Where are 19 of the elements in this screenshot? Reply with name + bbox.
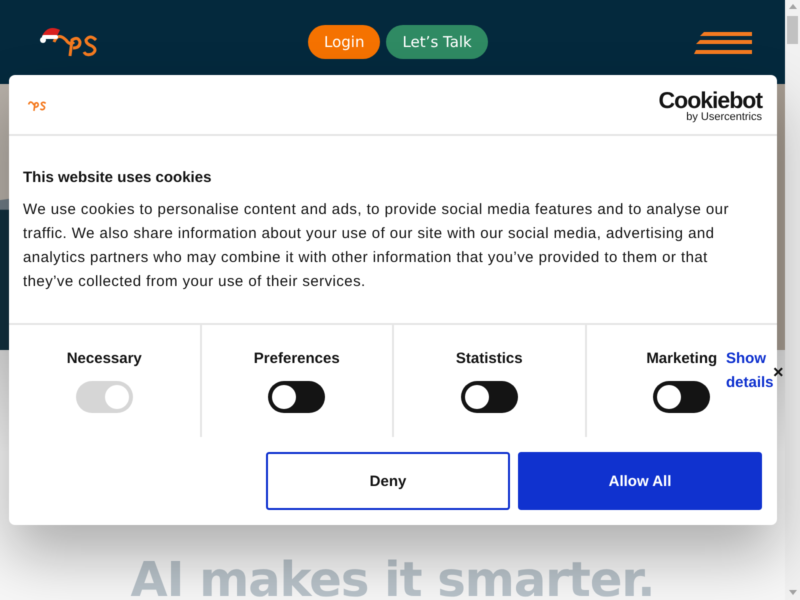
toggle-switch[interactable] [653,381,710,413]
show-details-link[interactable]: Show details [726,347,774,395]
menu-icon[interactable] [694,30,754,56]
category-label: Preferences [254,350,340,367]
dialog-title: This website uses cookies [23,169,212,186]
brand-logo: Cookiebot [658,88,762,110]
headline: AI makes it smarter. [130,553,654,600]
category-label: Necessary [66,350,142,367]
toggle-switch[interactable] [460,381,518,413]
deny-button[interactable]: Deny [266,452,510,510]
dialog-text: We use cookies to personalise content and ads, to provide social media features and to analyse our traffic. We also share information about your use of our site with our social media, advertising and analytics partners who may combine it with other information that you’ve provided to them or that they’ve collected from your use of their services. [23,200,730,292]
close-button[interactable]: × [773,362,784,383]
toggle-switch[interactable] [268,381,326,413]
allow-all-button[interactable]: Allow All [518,452,762,510]
category-label: Statistics [456,350,523,367]
contact-button[interactable]: Let’s Talk [386,25,488,59]
scroll-thumb[interactable] [787,16,798,44]
category-label: Marketing [646,350,718,367]
brand-tagline: by Usercentrics [686,110,762,122]
